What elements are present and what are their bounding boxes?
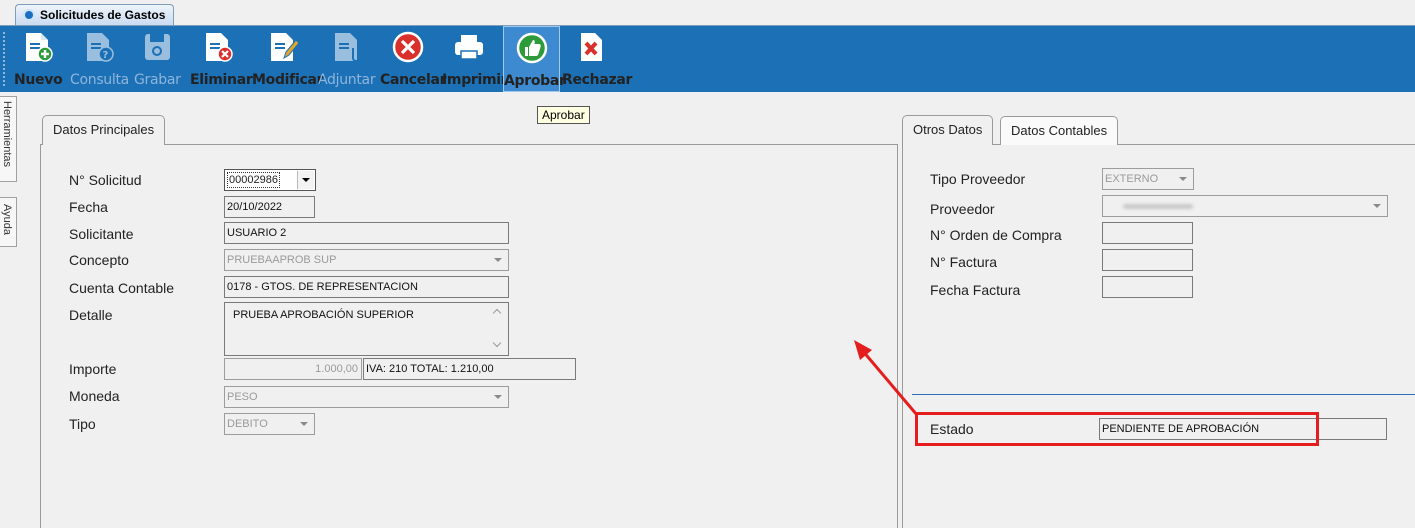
tipo-proveedor-value: EXTERNO [1105,173,1159,185]
reject-document-icon [581,33,602,61]
tipo-label: Tipo [69,416,96,432]
adjuntar-label: Adjuntar [318,72,376,88]
rechazar-button[interactable]: Rechazar [562,26,633,92]
solicitud-select[interactable]: 00002986 [224,169,316,191]
chevron-down-icon [494,395,502,399]
chevron-down-icon [494,258,502,262]
tab-datos-principales[interactable]: Datos Principales [42,115,166,145]
aprobar-tooltip: Aprobar [537,106,590,124]
query-document-icon: ? [87,33,114,62]
side-tab-ayuda-label: Ayuda [1,204,13,235]
proveedor-select[interactable] [1102,195,1388,217]
cancel-icon [392,31,424,63]
side-tab-herramientas-label: Herramientas [1,101,13,168]
consulta-label: Consulta [70,72,129,88]
edit-document-icon [271,33,299,61]
nuevo-button[interactable]: Nuevo [14,26,63,92]
window-tab-icon [23,9,35,21]
concepto-select[interactable]: PRUEBAAPROB SUP [224,249,509,271]
window-tab-solicitudes[interactable]: Solicitudes de Gastos [15,4,175,26]
moneda-select[interactable]: PESO [224,386,509,408]
solicitante-field[interactable]: USUARIO 2 [224,222,509,244]
imprimir-button[interactable]: Imprimir [442,26,508,92]
modificar-label: Modificar [252,72,324,88]
new-document-icon [26,33,53,62]
section-divider [912,394,1415,395]
rechazar-label: Rechazar [562,72,633,88]
eliminar-button[interactable]: Eliminar [190,26,253,92]
window-tab-label: Solicitudes de Gastos [40,8,166,22]
side-tab-herramientas[interactable]: Herramientas [0,96,17,182]
detalle-textarea[interactable]: PRUEBA APROBACIÓN SUPERIOR [224,302,509,356]
estado-highlight-box [915,412,1319,446]
orden-compra-field[interactable] [1102,222,1193,244]
importe-label: Importe [69,361,117,377]
aprobar-label: Aprobar [504,73,566,89]
tab-otros-datos[interactable]: Otros Datos [902,115,994,145]
thumbs-up-icon [516,32,547,64]
solicitud-value: 00002986 [227,172,280,188]
delete-document-icon [206,33,233,62]
side-tab-ayuda[interactable]: Ayuda [0,197,17,247]
eliminar-label: Eliminar [190,72,253,88]
fecha-factura-field[interactable] [1102,276,1193,298]
tab-otros-datos-label: Otros Datos [913,122,983,137]
factura-label: N° Factura [930,254,998,270]
moneda-label: Moneda [69,388,120,404]
grabar-button[interactable]: Grabar [134,26,181,92]
adjuntar-button[interactable]: Adjuntar [318,26,376,92]
save-disk-icon [145,34,170,60]
solicitante-label: Solicitante [69,226,134,242]
detalle-label: Detalle [69,307,113,323]
chevron-down-icon [300,422,308,426]
tipo-proveedor-select[interactable]: EXTERNO [1102,168,1194,190]
aprobar-button[interactable]: Aprobar [503,26,566,92]
grabar-label: Grabar [134,72,181,88]
annotation-arrow [854,340,919,416]
detalle-value: PRUEBA APROBACIÓN SUPERIOR [233,309,414,321]
orden-compra-label: N° Orden de Compra [930,227,1062,243]
factura-field[interactable] [1102,249,1193,271]
modificar-button[interactable]: Modificar [252,26,324,92]
tipo-proveedor-label: Tipo Proveedor [930,171,1026,187]
tab-datos-contables-label: Datos Contables [1011,123,1108,138]
fecha-label: Fecha [69,199,108,215]
imprimir-label: Imprimir [442,72,508,88]
toolbar: Nuevo ? Consulta Grabar Eliminar Modific… [0,26,1415,92]
cuenta-contable-label: Cuenta Contable [69,280,175,296]
nuevo-label: Nuevo [14,72,63,88]
chevron-down-icon[interactable] [297,171,314,189]
chevron-down-icon [1179,177,1187,181]
consulta-button[interactable]: ? Consulta [70,26,129,92]
attach-document-icon [335,33,360,62]
solicitud-label: N° Solicitud [69,172,142,188]
tab-datos-principales-label: Datos Principales [53,122,155,137]
concepto-label: Concepto [69,252,129,268]
toolbar-grip[interactable] [3,32,6,86]
importe-field[interactable]: 1.000,00 [224,358,362,380]
fecha-field[interactable]: 20/10/2022 [224,196,315,218]
svg-text:?: ? [103,50,109,61]
tipo-select[interactable]: DEBITO [224,413,315,435]
cancelar-label: Cancelar [380,72,447,88]
cuenta-contable-field[interactable]: 0178 - GTOS. DE REPRESENTACION [224,276,509,298]
printer-icon [455,35,483,60]
chevron-down-icon [1373,204,1381,208]
proveedor-label: Proveedor [930,201,995,217]
tab-datos-contables[interactable]: Datos Contables [1000,116,1119,145]
moneda-value: PESO [227,391,258,403]
fecha-factura-label: Fecha Factura [930,282,1021,298]
tipo-value: DEBITO [227,418,268,430]
concepto-value: PRUEBAAPROB SUP [227,254,337,266]
iva-total-field: IVA: 210 TOTAL: 1.210,00 [363,358,576,380]
proveedor-redacted-value [1123,204,1193,209]
cancelar-button[interactable]: Cancelar [380,26,447,92]
detalle-scrollbar[interactable] [490,304,507,354]
